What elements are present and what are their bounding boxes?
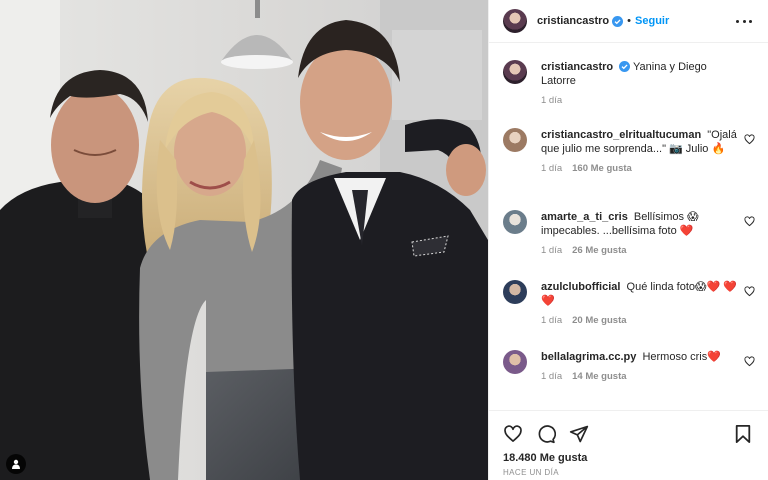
share-icon[interactable]	[569, 424, 589, 444]
heart-icon[interactable]	[503, 424, 523, 444]
comment-icon[interactable]	[536, 424, 556, 444]
comment-item: azulclubofficial Qué linda foto😱❤️ ❤️❤️ …	[503, 280, 755, 328]
user-tag-button[interactable]	[6, 454, 26, 474]
comment-username[interactable]: bellalagrima.cc.py	[541, 351, 636, 363]
user-tag-icon	[12, 459, 20, 469]
dot-separator: •	[627, 15, 632, 27]
comment-avatar[interactable]	[503, 280, 527, 304]
like-comment-icon[interactable]	[744, 286, 755, 297]
comment-item: cristiancastro_elritualtucuman "Ojalá qu…	[503, 128, 755, 176]
comment-item: amarte_a_ti_cris Bellísimos 😱 impecables…	[503, 210, 755, 258]
verified-icon	[612, 15, 624, 27]
comments-list[interactable]: cristiancastro Yanina y Diego Latorre 1 …	[489, 44, 768, 410]
post-footer: 18.480 Me gusta HACE UN DÍA	[489, 410, 768, 480]
comment-item: bellalagrima.cc.py Hermoso cris❤️ 1 día …	[503, 350, 755, 384]
comment-avatar[interactable]	[503, 350, 527, 374]
comment-likes[interactable]: 14 Me gusta	[572, 370, 626, 384]
comment-likes[interactable]: 160 Me gusta	[572, 162, 632, 176]
comment-avatar[interactable]	[503, 210, 527, 234]
post-side-panel: cristiancastro • Seguir cristiancastro Y…	[488, 0, 768, 480]
post-actions	[503, 424, 589, 444]
likes-count[interactable]: 18.480 Me gusta	[503, 452, 587, 464]
instagram-post-modal: cristiancastro • Seguir cristiancastro Y…	[0, 0, 768, 480]
comment-username[interactable]: amarte_a_ti_cris	[541, 211, 628, 223]
more-options-icon[interactable]	[736, 14, 752, 28]
comment-time: 1 día	[541, 245, 563, 256]
comment-text: Hermoso cris❤️	[642, 351, 721, 363]
comment-avatar[interactable]	[503, 128, 527, 152]
verified-icon	[619, 61, 631, 72]
like-comment-icon[interactable]	[744, 356, 755, 367]
post-photo[interactable]	[0, 0, 488, 480]
caption-time: 1 día	[541, 95, 563, 106]
author-avatar[interactable]	[503, 9, 527, 33]
comment-time: 1 día	[541, 163, 563, 174]
post-timestamp: HACE UN DÍA	[503, 468, 559, 477]
bookmark-icon[interactable]	[734, 424, 752, 444]
follow-button[interactable]: Seguir	[635, 15, 669, 27]
comment-likes[interactable]: 26 Me gusta	[572, 244, 626, 258]
comment-username[interactable]: cristiancastro_elritualtucuman	[541, 129, 701, 141]
comment-username[interactable]: azulclubofficial	[541, 281, 620, 293]
caption-username[interactable]: cristiancastro	[541, 61, 613, 73]
caption-item: cristiancastro Yanina y Diego Latorre 1 …	[503, 60, 753, 108]
like-comment-icon[interactable]	[744, 216, 755, 227]
caption-avatar[interactable]	[503, 60, 527, 84]
comment-likes[interactable]: 20 Me gusta	[572, 314, 626, 328]
comment-time: 1 día	[541, 315, 563, 326]
author-username[interactable]: cristiancastro	[537, 15, 609, 27]
comment-time: 1 día	[541, 371, 563, 382]
post-header: cristiancastro • Seguir	[489, 0, 768, 43]
like-comment-icon[interactable]	[744, 134, 755, 145]
photo-illustration	[0, 0, 488, 480]
